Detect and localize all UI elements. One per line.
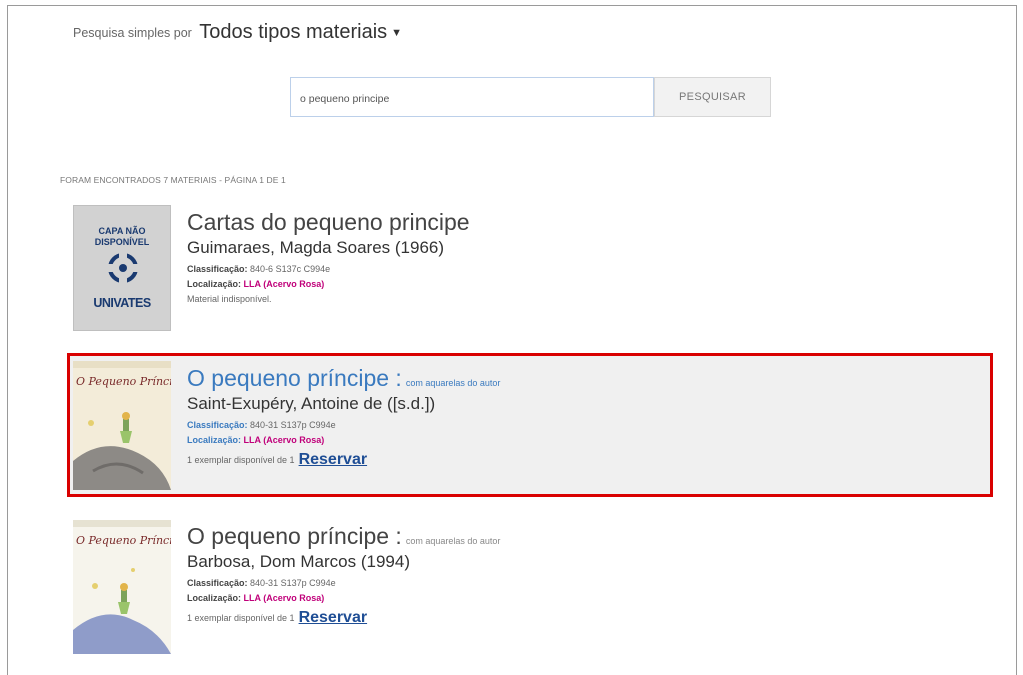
little-prince-cover-icon: O Pequeno Príncipe — [73, 361, 171, 490]
result-location: Localização: LLA (Acervo Rosa) — [187, 279, 325, 289]
svg-text:O Pequeno Príncipe: O Pequeno Príncipe — [76, 375, 171, 388]
material-type-dropdown[interactable]: Todos tipos materiais ▼ — [199, 21, 402, 43]
result-author: Barbosa, Dom Marcos (1994) — [187, 552, 410, 571]
no-cover-brand: UNIVATES — [93, 296, 151, 310]
result-availability: 1 exemplar disponível de 1 Reservar — [187, 451, 368, 468]
result-author: Saint-Exupéry, Antoine de ([s.d.]) — [187, 394, 436, 413]
dropdown-caret-icon: ▼ — [391, 27, 403, 39]
result-classification: Classificação: 840-31 S137p C994e — [187, 420, 336, 430]
search-input[interactable]: o pequeno principe — [290, 77, 654, 117]
univates-logo-icon — [107, 252, 139, 284]
result-item-highlighted: O Pequeno Príncipe O pequeno príncipe :c… — [67, 353, 993, 497]
result-title[interactable]: Cartas do pequeno principe — [187, 209, 474, 236]
result-title[interactable]: O pequeno príncipe : com aquarelas do aut… — [187, 365, 500, 392]
result-title[interactable]: O pequeno príncipe : com aquarelas do aut… — [187, 523, 500, 550]
no-cover-image: CAPA NÃO DISPONÍVEL UNIVATES — [73, 205, 171, 331]
material-type-value: Todos tipos materiais — [199, 21, 388, 43]
book-cover-image[interactable]: O Pequeno Príncipe — [73, 361, 171, 490]
result-location: Localização: LLA (Acervo Rosa) — [187, 435, 325, 445]
svg-text:O Pequeno Príncipe: O Pequeno Príncipe — [76, 534, 171, 547]
book-cover-image[interactable]: O Pequeno Príncipe — [73, 520, 171, 654]
results-summary: FORAM ENCONTRADOS 7 MATERIAIS - PÁGINA 1… — [60, 175, 286, 185]
result-item: CAPA NÃO DISPONÍVEL UNIVATES Cartas do pe… — [70, 201, 990, 336]
result-availability: Material indisponível. — [187, 294, 272, 304]
result-location: Localização: LLA (Acervo Rosa) — [187, 593, 325, 603]
result-classification: Classificação: 840-31 S137p C994e — [187, 578, 336, 588]
result-author: Guimaraes, Magda Soares (1966) — [187, 238, 445, 257]
search-type-label: Pesquisa simples por — [73, 26, 192, 40]
no-cover-line1: CAPA NÃO — [98, 226, 146, 236]
no-cover-line2: DISPONÍVEL — [94, 237, 150, 247]
little-prince-cover-icon: O Pequeno Príncipe — [73, 520, 171, 654]
result-availability: 1 exemplar disponível de 1 Reservar — [187, 609, 368, 626]
reserve-link[interactable]: Reservar — [299, 451, 368, 468]
result-classification: Classificação: 840-6 S137c C994e — [187, 264, 331, 274]
reserve-link[interactable]: Reservar — [299, 609, 368, 626]
search-type-row: Pesquisa simples por Todos tipos materia… — [73, 20, 402, 43]
search-button[interactable]: PESQUISAR — [654, 77, 771, 117]
result-item: O Pequeno Príncipe O pequeno príncipe :c… — [70, 515, 990, 665]
